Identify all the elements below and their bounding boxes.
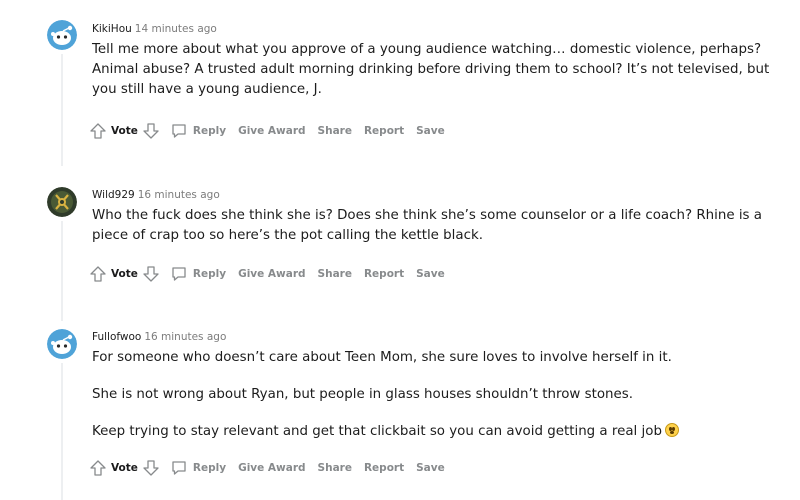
give-award-button[interactable]: Give Award	[238, 268, 305, 280]
comment-body: Who the fuck does she think she is? Does…	[92, 206, 792, 246]
downvote-button[interactable]	[142, 122, 160, 140]
comment-paragraph: She is not wrong about Ryan, but people …	[92, 387, 634, 402]
downvote-button[interactable]	[142, 459, 160, 477]
save-button[interactable]: Save	[416, 125, 445, 137]
share-button[interactable]: Share	[318, 125, 352, 137]
comment-paragraph: Who the fuck does she think she is? Does…	[92, 208, 762, 243]
avatar[interactable]	[47, 20, 77, 50]
timestamp[interactable]: 16 minutes ago	[144, 331, 226, 343]
vote-label: Vote	[111, 462, 138, 474]
snoo-avatar-icon	[47, 329, 77, 359]
comment-bubble-icon	[172, 461, 186, 475]
comment-paragraph-with-emoji: Keep trying to stay relevant and get tha…	[92, 422, 792, 442]
report-button[interactable]: Report	[364, 268, 404, 280]
give-award-button[interactable]: Give Award	[238, 125, 305, 137]
timestamp[interactable]: 14 minutes ago	[135, 23, 217, 35]
reply-label: Reply	[192, 125, 227, 137]
reply-button[interactable]: Reply	[170, 122, 226, 140]
upvote-button[interactable]	[89, 122, 107, 140]
report-button[interactable]: Report	[364, 462, 404, 474]
comment-actions: Vote Reply Give Award Share Report Save	[89, 263, 457, 285]
report-button[interactable]: Report	[364, 125, 404, 137]
reply-label: Reply	[192, 462, 227, 474]
share-button[interactable]: Share	[318, 268, 352, 280]
give-award-button[interactable]: Give Award	[238, 462, 305, 474]
comment-paragraph-text: Keep trying to stay relevant and get tha…	[92, 424, 662, 439]
comment-paragraph: Tell me more about what you approve of a…	[92, 42, 770, 97]
username[interactable]: Wild929	[92, 189, 135, 201]
thread-line[interactable]	[61, 54, 63, 166]
upvote-arrow-icon	[90, 460, 106, 476]
snoo-avatar-icon	[47, 20, 77, 50]
comment-bubble-icon	[172, 124, 186, 138]
comment-meta: Fullofwoo 16 minutes ago	[92, 330, 226, 344]
flushed-face-emoji-icon	[664, 423, 679, 437]
thread-line[interactable]	[61, 363, 63, 500]
comment-paragraph: For someone who doesn’t care about Teen …	[92, 350, 672, 365]
share-button[interactable]: Share	[318, 462, 352, 474]
upvote-button[interactable]	[89, 265, 107, 283]
comment-actions: Vote Reply Give Award Share Report Save	[89, 457, 457, 479]
reply-button[interactable]: Reply	[170, 265, 226, 283]
upvote-arrow-icon	[90, 123, 106, 139]
user-avatar-icon	[47, 187, 77, 217]
comment-actions: Vote Reply Give Award Share Report Save	[89, 120, 457, 142]
upvote-button[interactable]	[89, 459, 107, 477]
timestamp[interactable]: 16 minutes ago	[138, 189, 220, 201]
username[interactable]: KikiHou	[92, 23, 132, 35]
downvote-arrow-icon	[143, 123, 159, 139]
comment-bubble-icon	[172, 267, 186, 281]
avatar[interactable]	[47, 329, 77, 359]
vote-label: Vote	[111, 125, 138, 137]
save-button[interactable]: Save	[416, 462, 445, 474]
reply-button[interactable]: Reply	[170, 459, 226, 477]
comment-body: For someone who doesn’t care about Teen …	[92, 348, 792, 442]
comment-body: Tell me more about what you approve of a…	[92, 40, 792, 100]
avatar[interactable]	[47, 187, 77, 217]
thread-line[interactable]	[61, 221, 63, 321]
downvote-arrow-icon	[143, 266, 159, 282]
comment-meta: Wild929 16 minutes ago	[92, 188, 220, 202]
vote-label: Vote	[111, 268, 138, 280]
downvote-arrow-icon	[143, 460, 159, 476]
upvote-arrow-icon	[90, 266, 106, 282]
save-button[interactable]: Save	[416, 268, 445, 280]
username[interactable]: Fullofwoo	[92, 331, 141, 343]
comment-meta: KikiHou 14 minutes ago	[92, 22, 217, 36]
comment-thread: KikiHou 14 minutes ago Tell me more about…	[0, 0, 800, 500]
reply-label: Reply	[192, 268, 227, 280]
downvote-button[interactable]	[142, 265, 160, 283]
